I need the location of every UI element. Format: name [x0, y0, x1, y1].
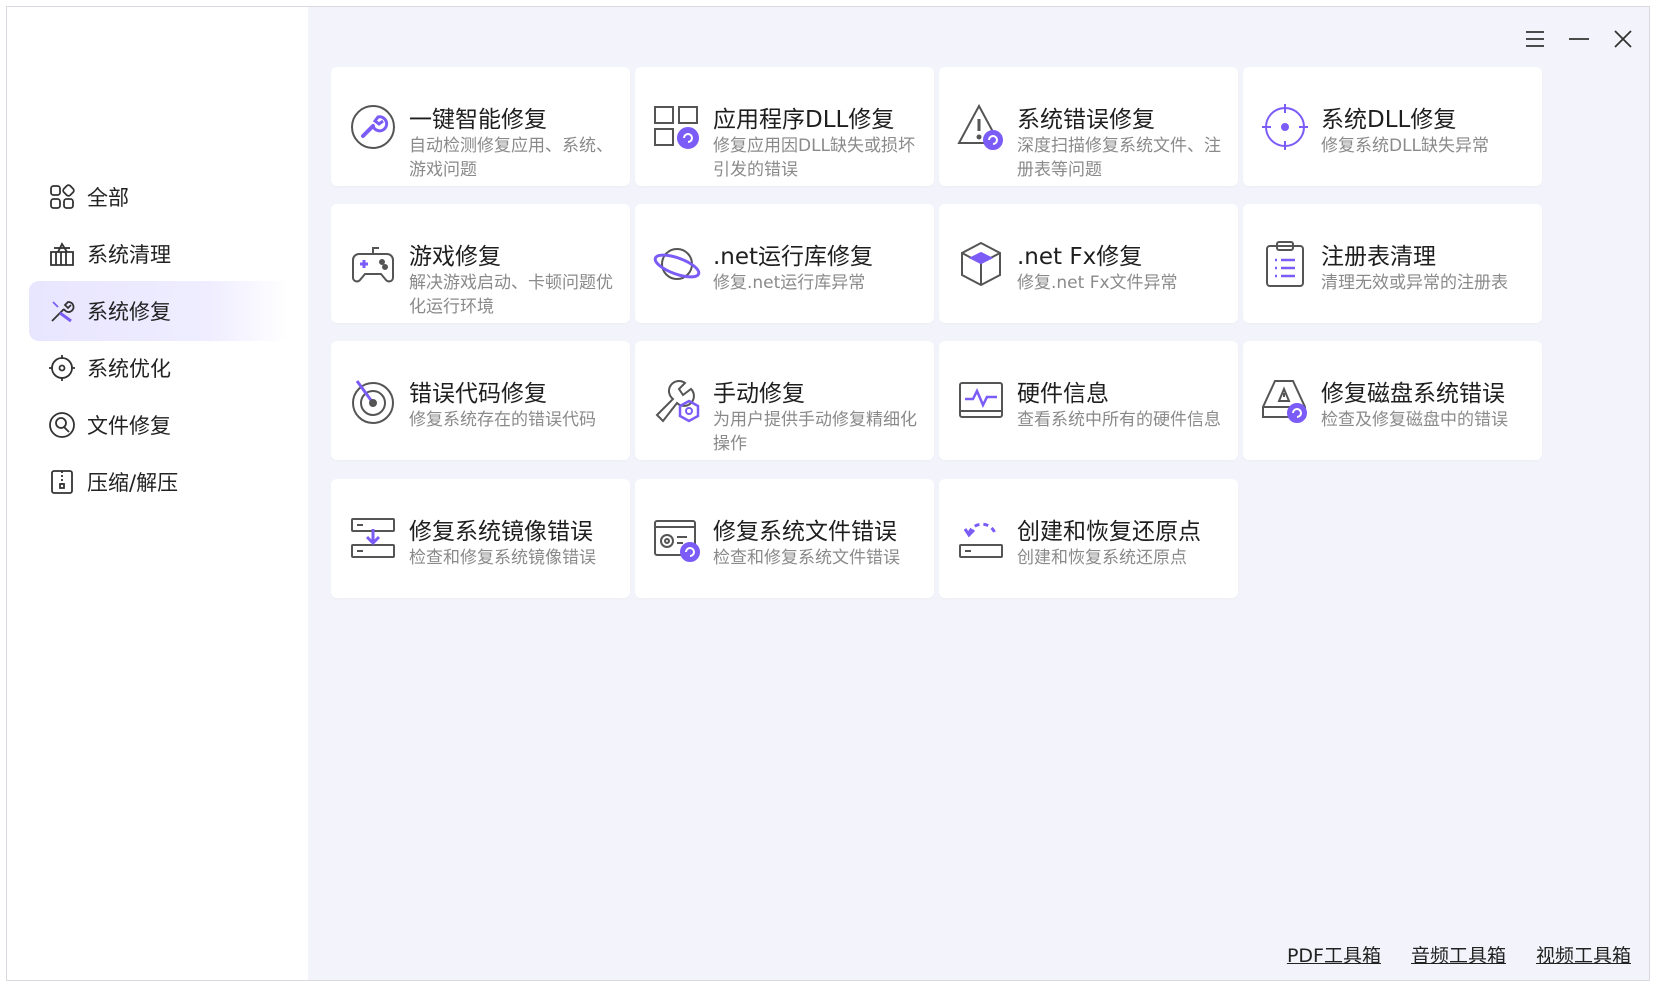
- card-title: 手动修复: [713, 381, 805, 407]
- card-desc: 修复系统DLL缺失异常: [1321, 136, 1490, 156]
- minimize-icon[interactable]: [1565, 25, 1593, 53]
- planet-icon: [653, 240, 701, 288]
- card-system-image-repair[interactable]: 修复系统镜像错误 检查和修复系统镜像错误: [331, 479, 630, 598]
- card-title: .net运行库修复: [713, 244, 874, 270]
- system-file-icon: [653, 515, 701, 563]
- card-title: 修复系统文件错误: [713, 519, 897, 545]
- sidebar-item-all[interactable]: 全部: [29, 167, 288, 227]
- sidebar: 全部 系统清理 系统修复 系统优化 文件修复 压缩/解压: [7, 7, 308, 980]
- card-dotnet-fx-repair[interactable]: .net Fx修复 修复.net Fx文件异常: [939, 204, 1238, 323]
- card-disk-error-repair[interactable]: 修复磁盘系统错误 检查及修复磁盘中的错误: [1243, 341, 1542, 460]
- sidebar-item-compress[interactable]: 压缩/解压: [29, 452, 288, 512]
- card-system-file-repair[interactable]: 修复系统文件错误 检查和修复系统文件错误: [635, 479, 934, 598]
- radar-icon: [349, 377, 397, 425]
- gamepad-icon: [349, 240, 397, 288]
- sidebar-item-label: 全部: [87, 186, 129, 210]
- card-title: .net Fx修复: [1017, 244, 1143, 270]
- sidebar-nav: 全部 系统清理 系统修复 系统优化 文件修复 压缩/解压: [7, 167, 308, 512]
- card-desc: 自动检测修复应用、系统、游戏问题: [409, 136, 613, 180]
- sidebar-item-file-repair[interactable]: 文件修复: [29, 395, 288, 455]
- card-title: 创建和恢复还原点: [1017, 519, 1201, 545]
- clipboard-list-icon: [1261, 240, 1309, 288]
- card-title: 一键智能修复: [409, 107, 547, 133]
- tools-icon: [47, 296, 77, 326]
- card-game-repair[interactable]: 游戏修复 解决游戏启动、卡顿问题优化运行环境: [331, 204, 630, 323]
- card-desc: 解决游戏启动、卡顿问题优化运行环境: [409, 273, 613, 317]
- sidebar-item-label: 系统修复: [87, 300, 171, 324]
- card-desc: 为用户提供手动修复精细化操作: [713, 410, 917, 454]
- card-dotnet-runtime-repair[interactable]: .net运行库修复 修复.net运行库异常: [635, 204, 934, 323]
- card-system-error-repair[interactable]: 系统错误修复 深度扫描修复系统文件、注册表等问题: [939, 67, 1238, 186]
- sidebar-item-label: 系统优化: [87, 357, 171, 381]
- card-registry-clean[interactable]: 注册表清理 清理无效或异常的注册表: [1243, 204, 1542, 323]
- monitor-pulse-icon: [957, 377, 1005, 425]
- card-title: 修复磁盘系统错误: [1321, 381, 1505, 407]
- grid-icon: [47, 182, 77, 212]
- card-title: 错误代码修复: [409, 381, 547, 407]
- card-desc: 创建和恢复系统还原点: [1017, 548, 1187, 568]
- sidebar-item-label: 系统清理: [87, 243, 171, 267]
- sidebar-item-label: 压缩/解压: [87, 471, 179, 495]
- card-title: 系统DLL修复: [1321, 107, 1457, 133]
- zip-icon: [47, 467, 77, 497]
- card-desc: 查看系统中所有的硬件信息: [1017, 410, 1221, 430]
- card-title: 应用程序DLL修复: [713, 107, 895, 133]
- wrench-nut-icon: [653, 377, 701, 425]
- app-window: 全部 系统清理 系统修复 系统优化 文件修复 压缩/解压 一键智能修复 自动检测…: [6, 6, 1650, 981]
- card-desc: 修复.net运行库异常: [713, 273, 866, 293]
- card-desc: 修复.net Fx文件异常: [1017, 273, 1178, 293]
- wrench-circle-icon: [349, 103, 397, 151]
- card-desc: 检查和修复系统文件错误: [713, 548, 900, 568]
- card-desc: 修复系统存在的错误代码: [409, 410, 596, 430]
- warning-triangle-icon: [957, 103, 1005, 151]
- file-repair-icon: [47, 410, 77, 440]
- pdf-toolbox-link[interactable]: PDF工具箱: [1287, 941, 1381, 968]
- sidebar-item-system-repair[interactable]: 系统修复: [29, 281, 288, 341]
- disk-warning-icon: [1261, 377, 1309, 425]
- menu-icon[interactable]: [1521, 25, 1549, 53]
- card-title: 注册表清理: [1321, 244, 1436, 270]
- card-desc: 深度扫描修复系统文件、注册表等问题: [1017, 136, 1221, 180]
- card-restore-point[interactable]: 创建和恢复还原点 创建和恢复系统还原点: [939, 479, 1238, 598]
- restore-point-icon: [957, 515, 1005, 563]
- dll-app-icon: [653, 103, 701, 151]
- sidebar-item-system-optimize[interactable]: 系统优化: [29, 338, 288, 398]
- sidebar-item-label: 文件修复: [87, 414, 171, 438]
- footer-links: PDF工具箱 音频工具箱 视频工具箱: [1287, 941, 1631, 968]
- window-controls: [1521, 25, 1637, 53]
- card-title: 硬件信息: [1017, 381, 1109, 407]
- card-error-code-repair[interactable]: 错误代码修复 修复系统存在的错误代码: [331, 341, 630, 460]
- crosshair-icon: [1261, 103, 1309, 151]
- video-toolbox-link[interactable]: 视频工具箱: [1536, 941, 1631, 968]
- main-area: 一键智能修复 自动检测修复应用、系统、游戏问题 应用程序DLL修复 修复应用因D…: [308, 7, 1649, 980]
- card-title: 游戏修复: [409, 244, 501, 270]
- target-icon: [47, 353, 77, 383]
- card-desc: 修复应用因DLL缺失或损坏引发的错误: [713, 136, 916, 180]
- card-desc: 检查及修复磁盘中的错误: [1321, 410, 1508, 430]
- card-title: 系统错误修复: [1017, 107, 1155, 133]
- card-hardware-info[interactable]: 硬件信息 查看系统中所有的硬件信息: [939, 341, 1238, 460]
- card-title: 修复系统镜像错误: [409, 519, 593, 545]
- card-manual-repair[interactable]: 手动修复 为用户提供手动修复精细化操作: [635, 341, 934, 460]
- audio-toolbox-link[interactable]: 音频工具箱: [1411, 941, 1506, 968]
- sidebar-item-system-clean[interactable]: 系统清理: [29, 224, 288, 284]
- card-system-dll-repair[interactable]: 系统DLL修复 修复系统DLL缺失异常: [1243, 67, 1542, 186]
- card-desc: 清理无效或异常的注册表: [1321, 273, 1508, 293]
- card-desc: 检查和修复系统镜像错误: [409, 548, 596, 568]
- card-app-dll-repair[interactable]: 应用程序DLL修复 修复应用因DLL缺失或损坏引发的错误: [635, 67, 934, 186]
- broom-bucket-icon: [47, 239, 77, 269]
- card-smart-repair[interactable]: 一键智能修复 自动检测修复应用、系统、游戏问题: [331, 67, 630, 186]
- close-icon[interactable]: [1609, 25, 1637, 53]
- image-download-icon: [349, 515, 397, 563]
- cube-icon: [957, 240, 1005, 288]
